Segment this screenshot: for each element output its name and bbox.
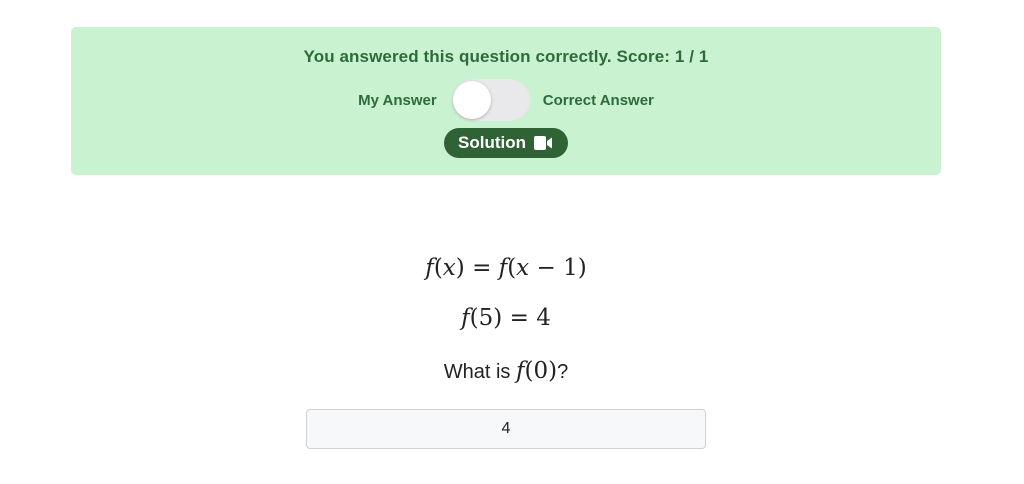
equation-recurrence: f(x) = f(x − 1) — [0, 255, 1012, 281]
answer-input[interactable]: 4 — [306, 409, 706, 449]
answer-toggle-switch[interactable] — [451, 79, 530, 121]
paren-open: ( — [507, 255, 517, 281]
question-suffix: ? — [557, 361, 569, 383]
result-message: You answered this question correctly. Sc… — [303, 47, 709, 66]
paren-close: ) — [548, 358, 558, 384]
eq1-rhs-arg: x — [516, 255, 530, 281]
equation-given-value: f(5) = 4 — [0, 305, 1012, 331]
solution-button[interactable]: Solution — [444, 128, 568, 158]
eq2-value: 4 — [536, 305, 551, 331]
question-arg: 0 — [533, 358, 549, 384]
answer-toggle-row: My Answer Correct Answer — [0, 79, 1012, 121]
page: You answered this question correctly. Sc… — [0, 0, 1024, 484]
eq1-lhs-arg: x — [442, 255, 456, 281]
eq2-equals: = — [509, 305, 529, 331]
paren-open: ( — [524, 358, 534, 384]
question-math: f(0) — [516, 358, 557, 384]
paren-close: ) — [455, 255, 465, 281]
paren-open: ( — [433, 255, 443, 281]
eq1-equals: = — [472, 255, 492, 281]
eq1-rhs-op: − — [536, 255, 556, 281]
paren-close: ) — [577, 255, 587, 281]
question-prompt: What is f(0)? — [0, 358, 1012, 384]
toggle-knob[interactable] — [452, 81, 491, 119]
eq2-fn: f — [461, 305, 470, 331]
eq2-arg: 5 — [478, 305, 494, 331]
video-camera-icon — [533, 136, 554, 150]
paren-open: ( — [469, 305, 479, 331]
eq1-rhs-fn: f — [498, 255, 508, 281]
eq1-lhs-fn: f — [425, 255, 434, 281]
eq1-rhs-num: 1 — [563, 255, 578, 281]
solution-button-label: Solution — [458, 133, 526, 152]
correct-answer-label[interactable]: Correct Answer — [543, 92, 654, 109]
my-answer-label[interactable]: My Answer — [358, 92, 437, 109]
question-fn: f — [516, 358, 525, 384]
paren-close: ) — [493, 305, 503, 331]
question-prefix: What is — [443, 361, 516, 383]
